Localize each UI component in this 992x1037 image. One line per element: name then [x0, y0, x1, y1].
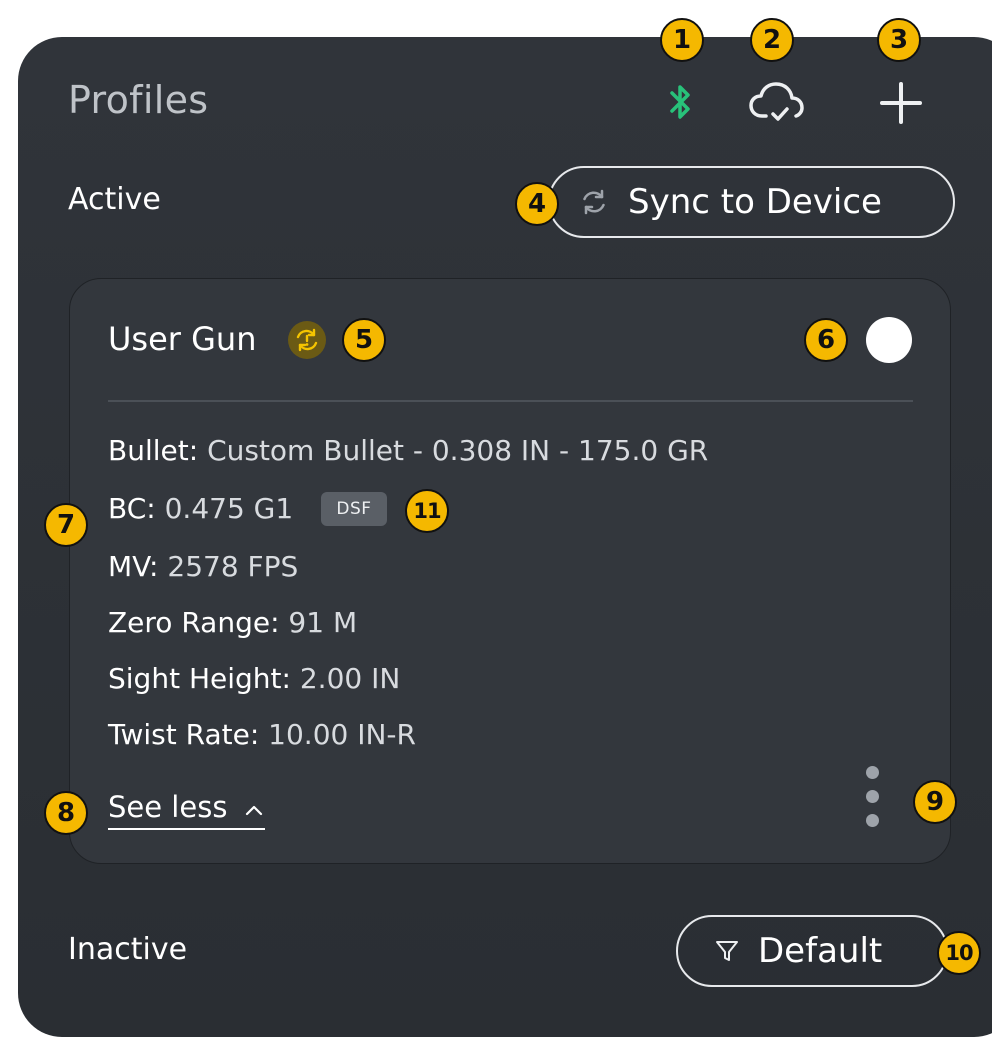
- cloud-check-icon[interactable]: [748, 80, 806, 126]
- callout-badge: 11: [405, 489, 449, 533]
- sync-button-label: Sync to Device: [628, 182, 882, 222]
- dsf-tag: DSF: [321, 492, 387, 526]
- spec-mv: MV: 2578 FPS: [108, 550, 298, 583]
- spec-value: Custom Bullet - 0.308 IN - 175.0 GR: [207, 434, 709, 467]
- callout-badge: 2: [750, 18, 794, 62]
- spec-label: Zero Range:: [108, 606, 280, 639]
- spec-sight-height: Sight Height: 2.00 IN: [108, 662, 400, 695]
- spec-bullet: Bullet: Custom Bullet - 0.308 IN - 175.0…: [108, 434, 708, 467]
- spec-label: BC:: [108, 492, 156, 525]
- spec-value: 0.475 G1: [164, 492, 294, 525]
- sync-warning-icon[interactable]: [288, 321, 326, 359]
- filter-icon: [716, 941, 738, 961]
- active-section-label: Active: [68, 182, 161, 217]
- callout-badge: 4: [515, 182, 559, 226]
- see-less-link[interactable]: See less: [108, 790, 265, 830]
- callout-badge: 9: [913, 780, 957, 824]
- filter-button-label: Default: [758, 931, 883, 971]
- bluetooth-icon[interactable]: [664, 82, 696, 122]
- spec-value: 2.00 IN: [299, 662, 401, 695]
- kebab-menu-icon[interactable]: [862, 764, 882, 830]
- callout-badge: 3: [877, 18, 921, 62]
- spec-label: Twist Rate:: [108, 718, 260, 751]
- spec-bc: BC: 0.475 G1: [108, 492, 293, 525]
- callout-badge: 6: [804, 318, 848, 362]
- sync-to-device-button[interactable]: Sync to Device: [548, 166, 955, 238]
- profile-name: User Gun: [108, 320, 257, 358]
- spec-zero-range: Zero Range: 91 M: [108, 606, 357, 639]
- active-profile-radio[interactable]: [866, 317, 912, 363]
- sync-icon: [583, 189, 605, 215]
- callout-badge: 8: [44, 791, 88, 835]
- filter-default-button[interactable]: Default: [676, 915, 948, 987]
- callout-badge: 10: [937, 931, 981, 975]
- spec-twist-rate: Twist Rate: 10.00 IN-R: [108, 718, 416, 751]
- spec-label: Sight Height:: [108, 662, 291, 695]
- chevron-up-icon: [245, 805, 262, 816]
- callout-badge: 1: [660, 18, 704, 62]
- card-divider: [108, 400, 913, 402]
- spec-value: 10.00 IN-R: [268, 718, 416, 751]
- page-title: Profiles: [68, 78, 209, 122]
- callout-badge: 5: [342, 318, 386, 362]
- spec-label: Bullet:: [108, 434, 199, 467]
- plus-icon[interactable]: [878, 80, 924, 126]
- spec-label: MV:: [108, 550, 159, 583]
- inactive-section-label: Inactive: [68, 932, 188, 967]
- callout-badge: 7: [44, 503, 88, 547]
- see-less-label: See less: [108, 790, 228, 824]
- spec-value: 2578 FPS: [167, 550, 299, 583]
- spec-value: 91 M: [288, 606, 358, 639]
